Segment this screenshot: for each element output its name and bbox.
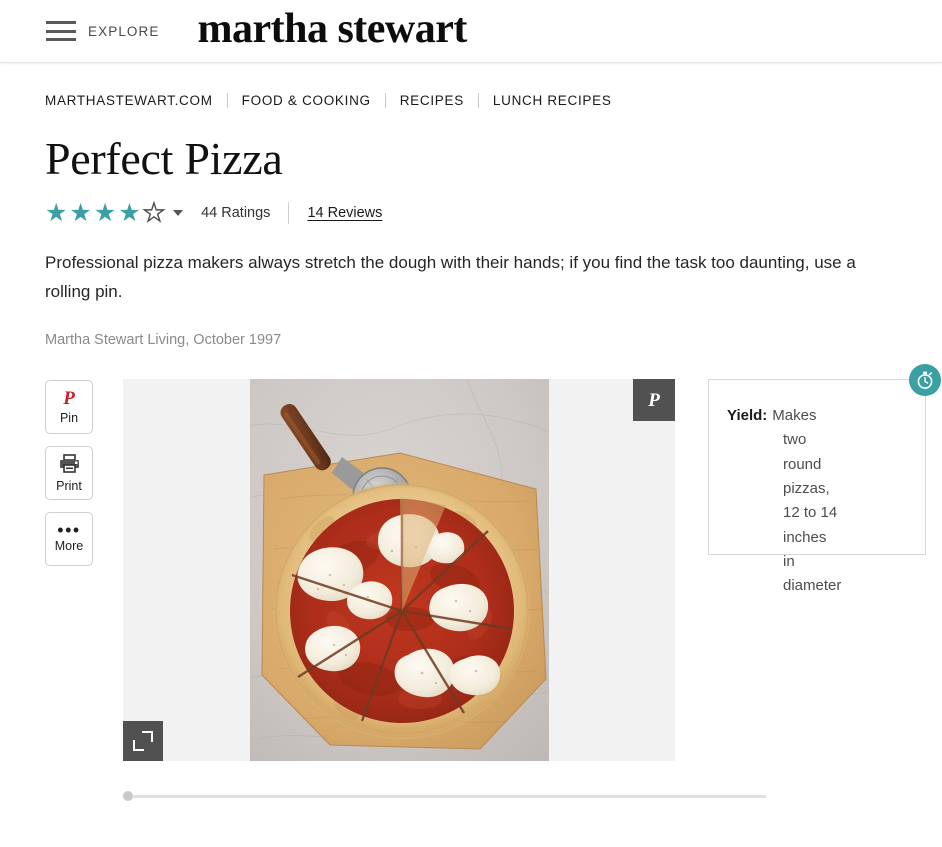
printer-icon — [59, 453, 80, 476]
site-header: EXPLORE martha stewart — [0, 0, 942, 63]
site-logo[interactable]: martha stewart — [197, 8, 467, 54]
yield-text: Yield: Makes two round pizzas, 12 to 14 i… — [727, 404, 842, 598]
expand-icon — [142, 731, 153, 743]
star-icon-filled: ★ — [69, 198, 92, 227]
pinterest-icon: P — [63, 388, 75, 410]
star-rating[interactable]: ★ ★ ★ ★ ★ — [45, 198, 184, 227]
recipe-photo[interactable] — [250, 379, 549, 762]
star-icon-filled: ★ — [45, 198, 68, 227]
recipe-description: Professional pizza makers always stretch… — [45, 252, 856, 301]
reviews-link[interactable]: 14 Reviews — [307, 205, 382, 221]
hamburger-bar — [46, 21, 76, 24]
explore-button[interactable]: EXPLORE — [88, 24, 159, 39]
hamburger-bar — [46, 38, 76, 41]
breadcrumb: MARTHASTEWART.COM FOOD & COOKING RECIPES… — [0, 63, 942, 108]
hamburger-icon[interactable] — [46, 21, 76, 41]
ellipsis-icon: ••• — [57, 520, 81, 541]
star-icon-filled: ★ — [93, 198, 117, 227]
star-icon-empty: ★ — [142, 198, 166, 227]
hamburger-bar — [46, 29, 76, 33]
breadcrumb-item-home[interactable]: MARTHASTEWART.COM — [45, 93, 213, 108]
chevron-down-icon[interactable] — [173, 210, 184, 217]
pin-button[interactable]: P Pin — [45, 380, 93, 435]
breadcrumb-item-recipes[interactable]: RECIPES — [400, 93, 464, 108]
expand-button[interactable] — [123, 721, 163, 762]
more-button[interactable]: ••• More — [45, 512, 93, 567]
stopwatch-icon[interactable] — [909, 364, 941, 397]
pin-button-label: Pin — [59, 411, 79, 426]
carousel-scrollbar-thumb[interactable] — [123, 791, 133, 802]
rating-separator — [288, 202, 290, 225]
more-button-label: More — [54, 538, 84, 553]
yield-label: Yield: — [727, 407, 768, 425]
rating-row: ★ ★ ★ ★ ★ 44 Ratings 14 Reviews — [45, 198, 942, 227]
action-rail: P Pin Print ••• More — [45, 380, 93, 578]
pinterest-icon: P — [648, 389, 660, 411]
print-button[interactable]: Print — [45, 446, 93, 501]
pinterest-save-button[interactable]: P — [633, 379, 675, 422]
carousel-scrollbar-track — [133, 794, 766, 798]
yield-value: Makes two round pizzas, 12 to 14 inches … — [772, 407, 842, 595]
breadcrumb-separator — [384, 93, 386, 108]
page-title: Perfect Pizza — [45, 133, 283, 184]
recipe-attribution: Martha Stewart Living, October 1997 — [45, 332, 282, 349]
image-carousel[interactable]: P — [123, 379, 675, 762]
yield-card: Yield: Makes two round pizzas, 12 to 14 i… — [708, 364, 941, 594]
breadcrumb-item-food-cooking[interactable]: FOOD & COOKING — [242, 93, 371, 108]
breadcrumb-separator — [477, 93, 479, 108]
ratings-count: 44 Ratings — [201, 205, 271, 222]
star-icon-filled: ★ — [118, 198, 141, 227]
breadcrumb-item-lunch-recipes[interactable]: LUNCH RECIPES — [493, 93, 612, 108]
carousel-scrollbar[interactable] — [123, 790, 766, 802]
breadcrumb-separator — [226, 93, 228, 108]
print-button-label: Print — [56, 478, 82, 493]
